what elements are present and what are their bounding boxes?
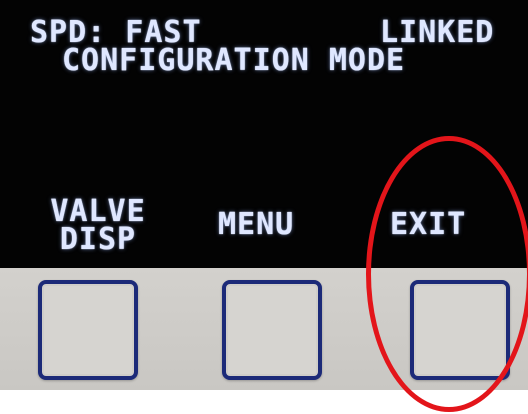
mode-title: CONFIGURATION MODE xyxy=(62,43,406,78)
valve-disp-button[interactable] xyxy=(38,280,138,380)
softkey-label-menu: MENU xyxy=(218,207,295,242)
highlight-circle xyxy=(366,136,528,412)
softkey-label-valve-disp-line2: DISP xyxy=(59,222,137,257)
menu-button[interactable] xyxy=(222,280,322,380)
controller-device: SPD: FAST LINKED CONFIGURATION MODE VALV… xyxy=(0,0,528,414)
